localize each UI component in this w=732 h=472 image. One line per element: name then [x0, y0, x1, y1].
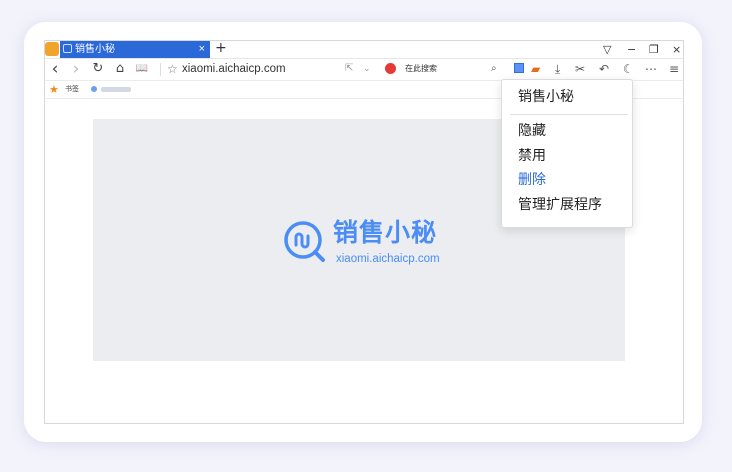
share-icon[interactable]: ⇱ — [345, 61, 353, 77]
browser-logo-icon — [45, 42, 59, 56]
search-icon[interactable]: ⌕ — [491, 61, 497, 77]
download-icon[interactable]: ⤓ — [555, 61, 560, 77]
bookmark-favicon-icon — [91, 86, 97, 92]
menu-item-manage-extensions[interactable]: 管理扩展程序 — [518, 195, 602, 215]
back-icon[interactable]: ‹ — [48, 61, 62, 78]
bookmark-item-blurred[interactable] — [101, 87, 131, 92]
bookmark-star-icon[interactable]: ☆ — [167, 61, 178, 77]
favicon-icon — [63, 44, 72, 53]
search-input[interactable]: 在此搜索 — [405, 61, 437, 77]
extension-context-menu: 销售小秘 隐藏 禁用 删除 管理扩展程序 — [501, 79, 633, 228]
scissors-icon[interactable]: ✂ — [575, 61, 585, 77]
search-engine-icon[interactable] — [385, 63, 396, 74]
shirt-icon[interactable]: ▽ — [603, 41, 611, 58]
reload-icon[interactable]: ↻ — [91, 61, 105, 77]
undo-icon[interactable]: ↶ — [599, 61, 609, 77]
bookmarks-label[interactable]: 书签 — [65, 83, 79, 96]
divider — [160, 63, 161, 76]
address-bar[interactable]: xiaomi.aichaicp.com — [182, 61, 286, 77]
hamburger-menu-icon[interactable]: ≡ — [669, 61, 679, 77]
extension-icon[interactable] — [514, 63, 524, 73]
menu-item-disable[interactable]: 禁用 — [518, 146, 546, 166]
forward-icon[interactable]: › — [69, 61, 83, 78]
game-icon[interactable]: ▰ — [531, 61, 540, 77]
close-window-button[interactable]: × — [672, 41, 681, 58]
reader-icon[interactable]: 📖 — [135, 61, 149, 77]
home-icon[interactable]: ⌂ — [113, 61, 127, 77]
dropdown-chevron-icon[interactable]: ⌄ — [363, 61, 371, 77]
tab-bar: 销售小秘 × + ▽ − ❐ × — [45, 40, 683, 59]
navigation-bar: ‹ › ↻ ⌂ 📖 ☆ xiaomi.aichaicp.com ⇱ ⌄ 在此搜索… — [45, 59, 683, 81]
menu-divider — [510, 114, 628, 115]
logo-url: xiaomi.aichaicp.com — [336, 253, 440, 265]
tab-title: 销售小秘 — [75, 44, 115, 55]
night-mode-icon[interactable]: ☾ — [623, 61, 634, 77]
menu-item-hide[interactable]: 隐藏 — [518, 121, 546, 141]
menu-item-remove[interactable]: 删除 — [518, 170, 546, 190]
logo-name: 销售小秘 — [333, 218, 438, 247]
restore-button[interactable]: ❐ — [649, 41, 659, 58]
more-icon[interactable]: ⋯ — [645, 61, 657, 77]
logo-mark-icon — [284, 221, 325, 262]
tab-close-icon[interactable]: × — [199, 41, 205, 58]
tab-active[interactable]: 销售小秘 × — [60, 41, 210, 58]
menu-title: 销售小秘 — [518, 89, 574, 105]
new-tab-button[interactable]: + — [215, 40, 227, 56]
bookmarks-star-icon[interactable]: ★ — [49, 82, 59, 97]
minimize-button[interactable]: − — [627, 41, 636, 58]
